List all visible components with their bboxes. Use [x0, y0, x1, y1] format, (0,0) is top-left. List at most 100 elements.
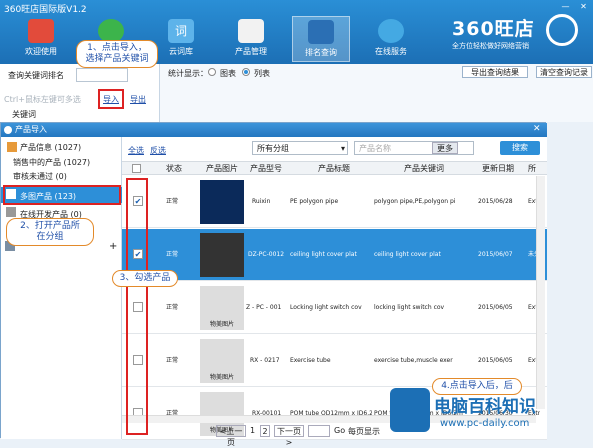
- group-select[interactable]: 所有分组 ▾: [252, 141, 348, 155]
- logo-circle-icon: [546, 14, 578, 46]
- export-link[interactable]: 导出: [130, 94, 146, 105]
- callout-step3: 3、勾选产品: [112, 270, 178, 287]
- brand-logo: 360旺店 全方位轻松做好网络营销: [452, 14, 552, 51]
- search-button[interactable]: 搜索: [500, 141, 540, 155]
- tree-root[interactable]: 产品信息 (1027): [20, 142, 81, 153]
- row-status: 正常: [166, 357, 179, 364]
- checkbox-column-highlight: [126, 178, 148, 435]
- prev-page-button[interactable]: <上一页: [216, 425, 246, 447]
- import-link[interactable]: 导入: [103, 94, 119, 105]
- page-2[interactable]: 2: [260, 425, 270, 437]
- chevron-down-icon: ▾: [340, 144, 345, 153]
- chart-radio[interactable]: [208, 68, 216, 76]
- row-date: 2015/06/28: [478, 198, 513, 205]
- row-model: Z - PC - 001: [246, 304, 282, 311]
- table-row[interactable]: ✔ 正常 Ruixin PE polygon pipe polygon pipe…: [122, 176, 547, 228]
- select-all-link[interactable]: 全选: [128, 145, 144, 156]
- brand-slogan: 全方位轻松做好网络营销: [452, 42, 529, 50]
- header-checkbox[interactable]: [132, 162, 141, 176]
- stat-label: 统计显示：: [168, 69, 208, 78]
- row-keyword: locking light switch cov: [374, 304, 445, 311]
- row-date: 2015/06/05: [478, 304, 513, 311]
- table-row[interactable]: 正常 物美图片 Z - PC - 001 Locking light switc…: [122, 282, 547, 334]
- dialog-close-icon[interactable]: ✕: [533, 124, 541, 134]
- chart-option-label: 图表: [220, 69, 236, 78]
- table-row[interactable]: ✔ 正常 DZ-PC-0012 ceiling light cover plat…: [122, 229, 547, 281]
- nav-online-service[interactable]: 在线服务: [362, 16, 420, 62]
- thumb-tag: 物美图片: [209, 374, 234, 381]
- nav-label: 产品管理: [235, 47, 267, 56]
- list-option-label: 列表: [254, 69, 270, 78]
- page-input[interactable]: [308, 425, 330, 437]
- tree-item-unapproved[interactable]: 审核未通过 (0): [13, 171, 67, 182]
- nav-label: 云词库: [169, 47, 193, 56]
- product-thumbnail: 物美图片: [200, 286, 244, 330]
- group-tree: 产品信息 (1027) 销售中的产品 (1027) 审核未通过 (0) 多图产品…: [1, 137, 122, 439]
- ranking-icon: [308, 20, 334, 44]
- brand-name: 360旺店: [452, 18, 535, 40]
- watermark-url: www.pc-daily.com: [440, 418, 530, 429]
- table-header: 状态 产品图片 产品型号 产品标题 产品关键词 更新日期 所: [122, 161, 547, 175]
- col-title: 产品标题: [318, 164, 350, 173]
- app-title: 360旺店国际版V1.2: [4, 5, 87, 15]
- minimize-button[interactable]: —: [560, 2, 571, 11]
- folder-icon: [7, 142, 17, 152]
- product-thumbnail: [200, 180, 244, 224]
- nav-label: 排名查询: [305, 48, 337, 57]
- vertical-scrollbar[interactable]: [536, 176, 545, 409]
- col-keyword: 产品关键词: [404, 164, 444, 173]
- multi-highlight: [3, 185, 121, 205]
- nav-product-management[interactable]: 产品管理: [222, 16, 280, 62]
- nav-cloud-lexicon[interactable]: 词 云词库: [152, 16, 210, 62]
- nav-ranking-query[interactable]: 排名查询: [292, 16, 350, 62]
- monitor-icon: [6, 207, 16, 217]
- row-keyword: polygon pipe,PE,polygon pi: [374, 198, 456, 205]
- nav-welcome[interactable]: 欢迎使用: [12, 16, 70, 62]
- product-icon: [238, 19, 264, 43]
- col-model: 产品型号: [250, 164, 282, 173]
- thumb-tag: 物美图片: [209, 321, 234, 328]
- row-title: Locking light switch cov: [290, 304, 362, 311]
- keyword-header: 关键词: [12, 110, 36, 119]
- invert-link[interactable]: 反选: [150, 145, 166, 156]
- row-model: Ruixin: [252, 198, 271, 205]
- add-group-icon[interactable]: +: [109, 241, 117, 252]
- go-button[interactable]: Go: [334, 426, 345, 435]
- product-thumbnail: 物美图片: [200, 339, 244, 383]
- home-icon: [28, 19, 54, 43]
- col-extra: 所: [528, 164, 536, 173]
- nav-label: 在线服务: [375, 47, 407, 56]
- row-keyword: ceiling light cover plat: [374, 251, 441, 258]
- dialog-icon: [4, 126, 12, 134]
- callout-step2: 2、打开产品所 在分组: [6, 218, 94, 246]
- list-radio[interactable]: [242, 68, 250, 76]
- query-input[interactable]: [76, 68, 128, 82]
- monitor-logo-icon: [390, 388, 430, 432]
- close-button[interactable]: ✕: [578, 2, 589, 11]
- row-date: 2015/06/07: [478, 251, 513, 258]
- group-select-value: 所有分组: [257, 144, 289, 153]
- product-thumbnail: [200, 233, 244, 277]
- next-page-button[interactable]: 下一页>: [274, 425, 304, 447]
- col-image: 产品图片: [206, 164, 238, 173]
- row-title: ceiling light cover plat: [290, 251, 357, 258]
- dialog-title: 产品导入: [1, 123, 547, 137]
- row-title: Exercise tube: [290, 357, 331, 364]
- more-dropdown[interactable]: 更多: [432, 142, 458, 154]
- row-status: 正常: [166, 410, 179, 417]
- tree-item-on-sale[interactable]: 销售中的产品 (1027): [13, 157, 90, 168]
- nav-label: 欢迎使用: [25, 47, 57, 56]
- multi-select-hint: Ctrl+鼠标左键可多选: [4, 95, 81, 104]
- page-1[interactable]: 1: [250, 426, 255, 435]
- row-title: PE polygon pipe: [290, 198, 339, 205]
- callout-step1: 1、点击导入， 选择产品关键词: [76, 40, 158, 68]
- left-panel: 查询关键词排名 Ctrl+鼠标左键可多选 导入 导出 关键词: [0, 64, 160, 122]
- clear-records-button[interactable]: 清空查询记录: [536, 66, 592, 78]
- watermark-name: 电脑百科知识: [434, 397, 536, 417]
- query-label: 查询关键词排名: [8, 71, 64, 80]
- export-results-button[interactable]: 导出查询结果: [462, 66, 528, 78]
- col-date: 更新日期: [482, 164, 514, 173]
- row-model: DZ-PC-0012: [248, 251, 285, 258]
- per-page-label: 每页显示: [348, 427, 380, 436]
- service-icon: [378, 19, 404, 43]
